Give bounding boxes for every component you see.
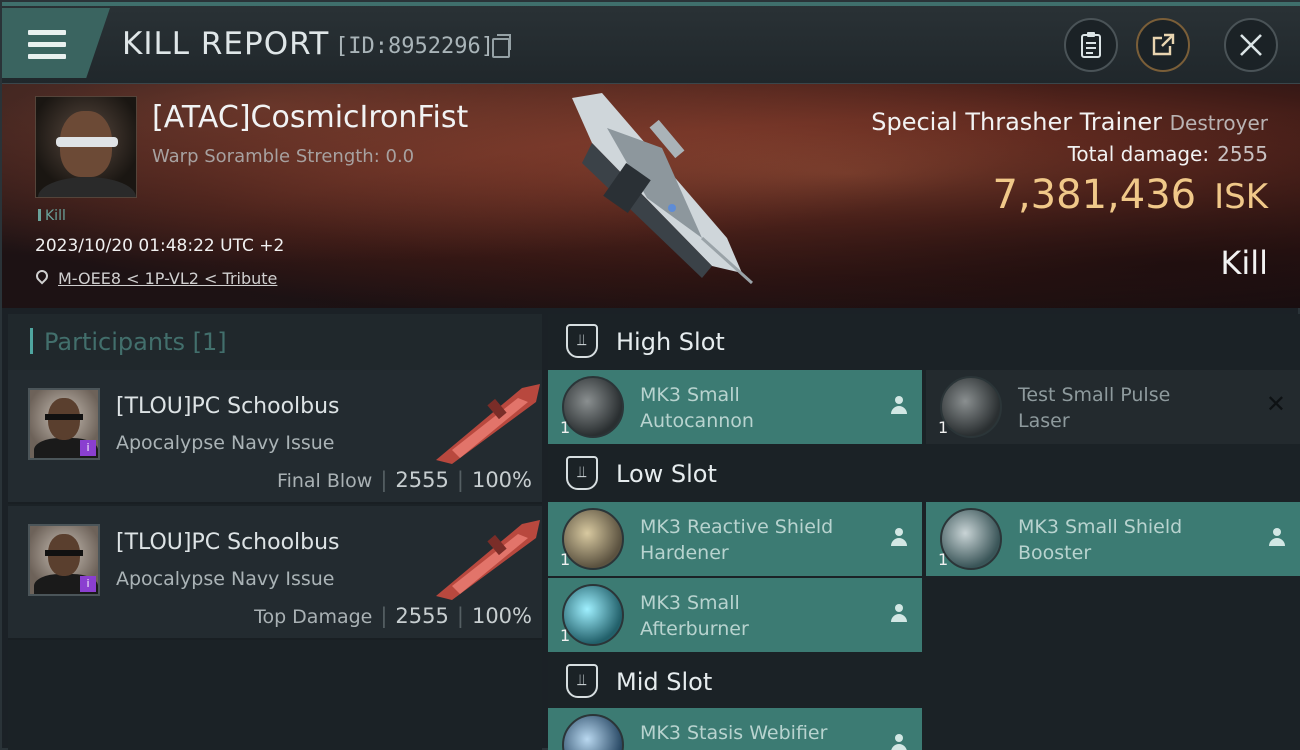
module-qty: 1 <box>938 418 949 437</box>
share-icon <box>1152 33 1175 56</box>
isk-value: 7,381,436 ISK <box>993 172 1268 218</box>
module-name: MK3 Small Autocannon <box>640 384 754 432</box>
kill-result: Kill <box>1220 244 1268 282</box>
location-pin-icon <box>33 267 51 285</box>
module-qty: 1 <box>560 550 571 569</box>
victim-name[interactable]: [ATAC]CosmicIronFist <box>152 100 468 135</box>
participant-ship: Apocalypse Navy Issue <box>116 432 335 454</box>
victim-ship[interactable]: Special Thrasher Trainer Destroyer <box>871 108 1268 136</box>
clipboard-icon <box>1081 32 1101 58</box>
victim-ship-name: Special Thrasher Trainer <box>871 108 1162 136</box>
slot-icon: ⫫ <box>566 664 598 698</box>
low-slot-header: ⫫ Low Slot <box>548 446 1300 504</box>
page-title: KILL REPORT <box>122 26 330 62</box>
shield-booster-icon <box>940 508 1002 570</box>
corp-badge-icon: i <box>80 440 96 456</box>
ship-render <box>572 93 754 285</box>
participant-avatar[interactable]: i <box>28 524 100 596</box>
autocannon-icon <box>562 376 624 438</box>
afterburner-icon <box>562 584 624 646</box>
report-id: [ID:8952296] <box>335 34 494 59</box>
weapon-icon <box>436 384 540 464</box>
module-qty: 1 <box>560 626 571 645</box>
module-name: MK3 Small Shield Booster <box>1018 516 1183 564</box>
module-qty: 1 <box>938 550 949 569</box>
close-button[interactable] <box>1224 18 1278 72</box>
isk-unit: ISK <box>1214 177 1268 217</box>
mid-slot-title: Mid Slot <box>616 668 713 696</box>
module-name: Test Small Pulse Laser <box>1018 384 1171 432</box>
module-item[interactable]: 1 MK3 Reactive Shield Hardener <box>548 502 922 576</box>
kill-location-link[interactable]: M-OEE8 < 1P-VL2 < Tribute <box>58 269 277 288</box>
person-icon <box>890 528 908 548</box>
participant-percent: 100% <box>471 604 532 628</box>
participants-header: Participants [1] <box>8 314 542 370</box>
person-icon <box>890 604 908 624</box>
participants-panel: Participants [1] i [TLOU]PC Schoolbus Ap… <box>8 314 542 750</box>
participant-row[interactable]: i [TLOU]PC Schoolbus Apocalypse Navy Iss… <box>8 506 542 640</box>
title-accent <box>2 2 1300 6</box>
participant-damage: 2555 <box>395 468 449 492</box>
person-icon <box>890 734 908 750</box>
participant-stats: Final Blow | 2555 | 100% <box>277 468 532 492</box>
module-name: MK3 Reactive Shield Hardener <box>640 516 834 564</box>
module-name: MK3 Stasis Webifier <box>640 722 828 744</box>
module-qty: 1 <box>560 418 571 437</box>
module-item[interactable]: MK3 Stasis Webifier <box>548 708 922 750</box>
pulse-laser-icon <box>940 376 1002 438</box>
kill-report-window: KILL REPORT [ID:8952296] [ATAC]CosmicIro… <box>0 0 1300 750</box>
weapon-icon <box>436 520 540 600</box>
low-slot-title: Low Slot <box>616 460 717 488</box>
person-icon <box>1268 528 1286 548</box>
shield-hardener-icon <box>562 508 624 570</box>
participant-ship: Apocalypse Navy Issue <box>116 568 335 590</box>
victim-avatar[interactable] <box>35 96 137 198</box>
victim-banner: [ATAC]CosmicIronFist Warp Soramble Stren… <box>2 84 1300 308</box>
isk-amount: 7,381,436 <box>992 172 1197 218</box>
slot-icon: ⫫ <box>566 324 598 358</box>
fitting-panel: ⫫ High Slot 1 MK3 Small Autocannon 1 Test… <box>548 314 1300 750</box>
total-damage-value: 2555 <box>1217 142 1268 166</box>
participant-label: Top Damage <box>254 606 373 628</box>
share-button[interactable] <box>1136 18 1190 72</box>
participant-name: [TLOU]PC Schoolbus <box>116 394 340 419</box>
close-icon: ✕ <box>1265 390 1286 418</box>
hamburger-menu-icon[interactable] <box>28 30 66 60</box>
warp-scramble-strength: Warp Soramble Strength: 0.0 <box>152 146 415 167</box>
module-item[interactable]: 1 MK3 Small Shield Booster <box>926 502 1300 576</box>
high-slot-header: ⫫ High Slot <box>548 314 1300 372</box>
total-damage-label: Total damage: <box>1067 142 1210 166</box>
corp-badge-icon: i <box>80 576 96 592</box>
kill-datetime: 2023/10/20 01:48:22 UTC +2 <box>35 236 285 256</box>
kill-tag: Kill <box>38 208 66 224</box>
slot-icon: ⫫ <box>566 456 598 490</box>
close-icon <box>1240 34 1262 56</box>
total-damage: Total damage: 2555 <box>1068 142 1268 166</box>
module-item[interactable]: 1 MK3 Small Autocannon <box>548 370 922 444</box>
participant-stats: Top Damage | 2555 | 100% <box>254 604 532 628</box>
stasis-webifier-icon <box>562 714 624 750</box>
participant-percent: 100% <box>471 468 532 492</box>
high-slot-title: High Slot <box>616 328 725 356</box>
participant-row[interactable]: i [TLOU]PC Schoolbus Apocalypse Navy Iss… <box>8 370 542 504</box>
title-bar: KILL REPORT [ID:8952296] <box>2 2 1300 84</box>
participant-label: Final Blow <box>277 470 373 492</box>
participants-count: [1] <box>192 328 227 356</box>
menu-button[interactable] <box>2 8 110 78</box>
clipboard-button[interactable] <box>1064 18 1118 72</box>
victim-ship-class: Destroyer <box>1169 111 1268 135</box>
person-icon <box>890 396 908 416</box>
copy-icon[interactable] <box>492 34 511 58</box>
module-item[interactable]: 1 Test Small Pulse Laser ✕ <box>926 370 1300 444</box>
participant-damage: 2555 <box>395 604 449 628</box>
module-name: MK3 Small Afterburner <box>640 592 749 640</box>
module-item[interactable]: 1 MK3 Small Afterburner <box>548 578 922 652</box>
mid-slot-header: ⫫ Mid Slot <box>548 654 1300 712</box>
participant-avatar[interactable]: i <box>28 388 100 460</box>
participants-title: Participants <box>44 328 185 356</box>
participant-name: [TLOU]PC Schoolbus <box>116 530 340 555</box>
